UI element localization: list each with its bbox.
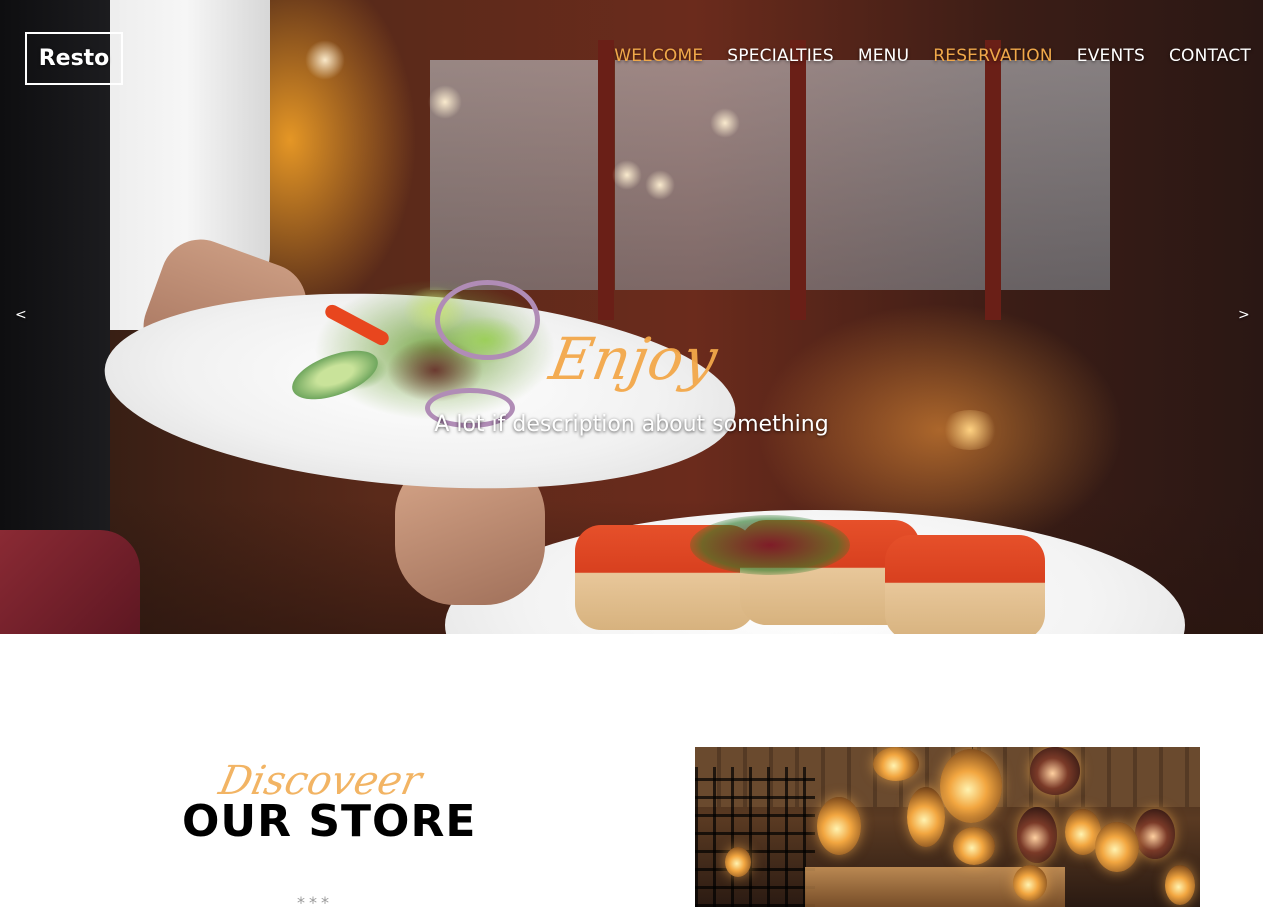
nav-item-specialties[interactable]: SPECIALTIES	[727, 45, 834, 67]
hero-tagline: A lot if description about something	[434, 412, 829, 437]
pendant-lamp	[1013, 865, 1047, 901]
window-frame	[985, 40, 1001, 320]
bokeh-light	[305, 40, 345, 80]
hero-script-heading: Enjoy	[544, 325, 723, 393]
bokeh-light	[710, 108, 740, 138]
hero-slider	[0, 0, 1263, 634]
slider-next-button[interactable]: >	[1238, 307, 1250, 323]
background-window	[1000, 60, 1110, 290]
window-frame	[790, 40, 806, 320]
lattice-screen	[695, 767, 815, 907]
logo[interactable]: Resto	[25, 32, 123, 85]
bokeh-light	[645, 170, 675, 200]
store-photo	[695, 747, 1200, 907]
about-title: OUR STORE	[182, 796, 477, 847]
pendant-lamp	[817, 797, 861, 855]
pendant-lamp	[725, 847, 751, 877]
window-frame	[598, 40, 614, 320]
pendant-lamp	[1165, 865, 1195, 905]
pendant-lamp	[940, 749, 1002, 823]
pendant-lamp	[873, 747, 919, 781]
nav-item-welcome[interactable]: WELCOME	[614, 45, 703, 67]
pendant-lamp	[953, 827, 995, 865]
nav-item-menu[interactable]: MENU	[858, 45, 909, 67]
main-nav: WELCOME SPECIALTIES MENU RESERVATION EVE…	[614, 45, 1251, 67]
title-divider: ***	[297, 893, 333, 907]
pendant-lamp	[1017, 807, 1057, 863]
nav-item-reservation[interactable]: RESERVATION	[933, 45, 1053, 67]
herb-garnish	[690, 515, 850, 575]
slider-prev-button[interactable]: <	[15, 307, 27, 323]
nav-item-contact[interactable]: CONTACT	[1169, 45, 1251, 67]
bruschetta	[885, 535, 1045, 634]
pendant-lamp	[907, 787, 945, 847]
bokeh-light	[428, 85, 462, 119]
background-window	[805, 60, 985, 290]
pendant-lamp	[1135, 809, 1175, 859]
pendant-lamp	[1095, 822, 1139, 872]
bokeh-light	[612, 160, 642, 190]
nav-item-events[interactable]: EVENTS	[1077, 45, 1145, 67]
waiter-apron	[0, 530, 140, 634]
pendant-lamp	[1030, 747, 1080, 795]
